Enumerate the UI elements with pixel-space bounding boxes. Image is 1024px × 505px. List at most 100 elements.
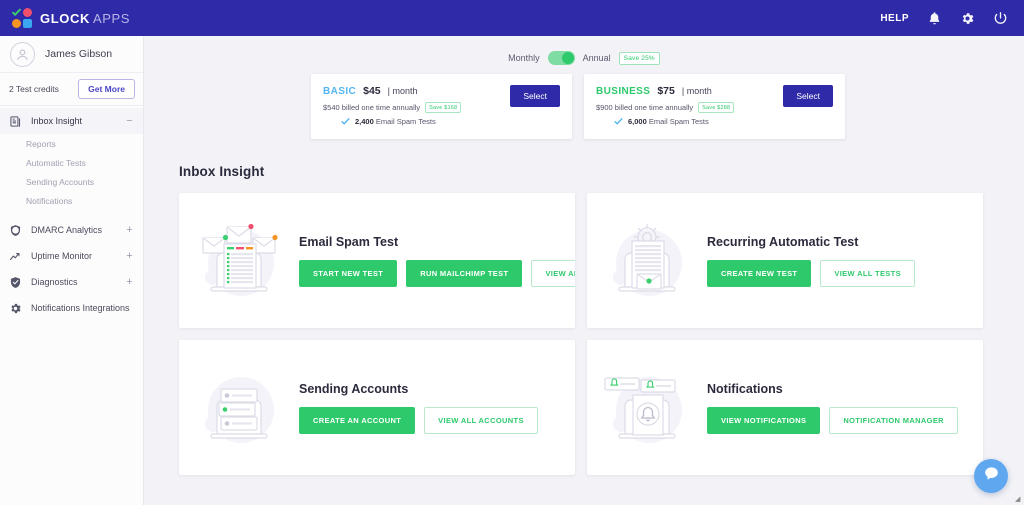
brand-name: GLOCK APPS: [40, 11, 130, 26]
notification-manager-button[interactable]: NOTIFICATION MANAGER: [829, 406, 958, 434]
annual-save-badge: Save 25%: [618, 51, 660, 65]
sidebar-item-label: Notifications Integrations: [31, 303, 130, 313]
credits-label: 2 Test credits: [9, 84, 59, 94]
top-bar-actions: HELP: [880, 11, 1024, 26]
sidebar-item-uptime-monitor[interactable]: Uptime Monitor +: [0, 243, 143, 269]
inbox-icon: [9, 115, 22, 128]
laptop-bell-icon: [597, 358, 697, 458]
view-notifications-button[interactable]: VIEW NOTIFICATIONS: [707, 406, 821, 434]
expand-toggle-icon[interactable]: +: [125, 224, 134, 236]
avatar: [10, 41, 35, 67]
switch-knob: [561, 52, 574, 64]
check-icon: [12, 8, 21, 17]
feature-card-grid: Email Spam Test START NEW TEST RUN MAILC…: [144, 179, 1024, 475]
plan-feature-label: Email Spam Tests: [375, 117, 436, 126]
sidebar-item-dmarc-analytics[interactable]: DMARC Analytics +: [0, 217, 143, 243]
power-icon[interactable]: [993, 11, 1008, 26]
feature-card-actions: CREATE NEW TEST VIEW ALL TESTS: [707, 259, 915, 287]
user-name: James Gibson: [45, 48, 113, 60]
feature-card-title: Notifications: [707, 381, 783, 396]
expand-toggle-icon[interactable]: +: [125, 250, 134, 262]
billing-switch[interactable]: [547, 51, 575, 65]
view-all-tests-button[interactable]: VIEW ALL TESTS: [531, 259, 575, 287]
sidebar-item-label: Inbox Insight: [31, 116, 83, 126]
blue-square-icon: [23, 19, 32, 28]
feature-card-recurring-automatic-test: Recurring Automatic Test CREATE NEW TEST…: [587, 193, 983, 328]
view-all-tests-button[interactable]: VIEW ALL TESTS: [820, 259, 915, 287]
feature-card-actions: VIEW NOTIFICATIONS NOTIFICATION MANAGER: [707, 406, 958, 434]
sidebar-item-diagnostics[interactable]: Diagnostics +: [0, 269, 143, 295]
laptop-gear-icon: [597, 211, 697, 311]
help-link[interactable]: HELP: [880, 13, 909, 24]
feature-card-title: Sending Accounts: [299, 381, 409, 396]
brand-logo[interactable]: GLOCK APPS: [0, 8, 130, 28]
sidebar-nav: Inbox Insight − Reports Automatic Tests …: [0, 106, 143, 321]
start-new-test-button[interactable]: START NEW TEST: [299, 259, 398, 287]
sidebar-item-label: Uptime Monitor: [31, 251, 93, 261]
resize-handle[interactable]: ◢: [1015, 496, 1022, 503]
plan-period: | month: [387, 86, 418, 96]
feature-card-title: Recurring Automatic Test: [707, 234, 859, 249]
plan-feature: 2,400 Email Spam Tests: [323, 117, 560, 126]
sidebar-subitem-automatic-tests[interactable]: Automatic Tests: [0, 153, 143, 172]
gear-icon[interactable]: [960, 11, 975, 26]
plan-billed-text: $540 billed one time annually: [323, 103, 421, 112]
plan-price: $75: [657, 85, 675, 97]
feature-card-body: Recurring Automatic Test CREATE NEW TEST…: [697, 235, 915, 287]
page-title: Inbox Insight: [179, 164, 265, 179]
billing-period-toggle: Monthly Annual Save 25%: [144, 36, 1024, 65]
plan-card-basic[interactable]: BASIC $45 | month $540 billed one time a…: [311, 74, 572, 139]
sidebar-subitem-notifications[interactable]: Notifications: [0, 191, 143, 210]
get-more-button[interactable]: Get More: [78, 79, 135, 99]
bell-icon[interactable]: [927, 11, 942, 26]
run-mailchimp-test-button[interactable]: RUN MAILCHIMP TEST: [406, 259, 523, 287]
feature-card-body: Sending Accounts CREATE AN ACCOUNT VIEW …: [289, 382, 538, 434]
check-icon: [614, 117, 623, 126]
select-plan-button[interactable]: Select: [510, 85, 560, 107]
plan-period: | month: [681, 86, 712, 96]
sidebar-item-inbox-insight[interactable]: Inbox Insight −: [0, 108, 143, 134]
nav-group-inbox-insight: Inbox Insight − Reports Automatic Tests …: [0, 108, 143, 213]
plan-save-badge: Save $288: [698, 102, 735, 113]
sidebar-user[interactable]: James Gibson: [0, 36, 143, 73]
orange-dot-icon: [12, 19, 21, 28]
sidebar-item-label: DMARC Analytics: [31, 225, 103, 235]
laptop-accounts-icon: [189, 358, 289, 458]
glock-logo-mark: [12, 8, 32, 28]
plan-feature-text: 6,000 Email Spam Tests: [628, 117, 709, 126]
check-icon: [341, 117, 350, 126]
app-root: GLOCK APPS HELP James Gibson 2 Test credi: [0, 0, 1024, 505]
collapse-toggle-icon[interactable]: −: [125, 115, 134, 127]
laptop-envelopes-icon: [189, 211, 289, 311]
main-content: Monthly Annual Save 25% BASIC $45 | mont…: [144, 36, 1024, 505]
sidebar-item-notifications-integrations[interactable]: Notifications Integrations: [0, 295, 143, 321]
plan-cards: BASIC $45 | month $540 billed one time a…: [144, 65, 1024, 139]
plan-feature-value: 6,000: [628, 117, 647, 126]
plan-card-business[interactable]: BUSINESS $75 | month $900 billed one tim…: [584, 74, 845, 139]
credits-row: 2 Test credits Get More: [0, 73, 143, 106]
sidebar-subitem-sending-accounts[interactable]: Sending Accounts: [0, 172, 143, 191]
view-all-accounts-button[interactable]: VIEW ALL ACCOUNTS: [424, 406, 538, 434]
monthly-label[interactable]: Monthly: [508, 53, 540, 63]
create-an-account-button[interactable]: CREATE AN ACCOUNT: [299, 406, 416, 434]
top-bar: GLOCK APPS HELP: [0, 0, 1024, 36]
feature-card-email-spam-test: Email Spam Test START NEW TEST RUN MAILC…: [179, 193, 575, 328]
annual-label[interactable]: Annual: [583, 53, 611, 63]
create-new-test-button[interactable]: CREATE NEW TEST: [707, 259, 812, 287]
feature-card-actions: START NEW TEST RUN MAILCHIMP TEST VIEW A…: [299, 259, 575, 287]
sidebar-subitem-reports[interactable]: Reports: [0, 134, 143, 153]
sidebar: James Gibson 2 Test credits Get More Inb…: [0, 36, 144, 505]
plan-billed-text: $900 billed one time annually: [596, 103, 694, 112]
shield-globe-icon: [9, 224, 22, 237]
red-dot-icon: [23, 8, 32, 17]
feature-card-body: Email Spam Test START NEW TEST RUN MAILC…: [289, 235, 575, 287]
brand-name-suffix: APPS: [92, 10, 131, 26]
shield-check-icon: [9, 276, 22, 289]
plan-feature-label: Email Spam Tests: [648, 117, 709, 126]
chat-widget-button[interactable]: [974, 459, 1008, 493]
feature-card-sending-accounts: Sending Accounts CREATE AN ACCOUNT VIEW …: [179, 340, 575, 475]
feature-card-title: Email Spam Test: [299, 234, 399, 249]
plan-name: BASIC: [323, 86, 357, 97]
expand-toggle-icon[interactable]: +: [125, 276, 134, 288]
select-plan-button[interactable]: Select: [783, 85, 833, 107]
